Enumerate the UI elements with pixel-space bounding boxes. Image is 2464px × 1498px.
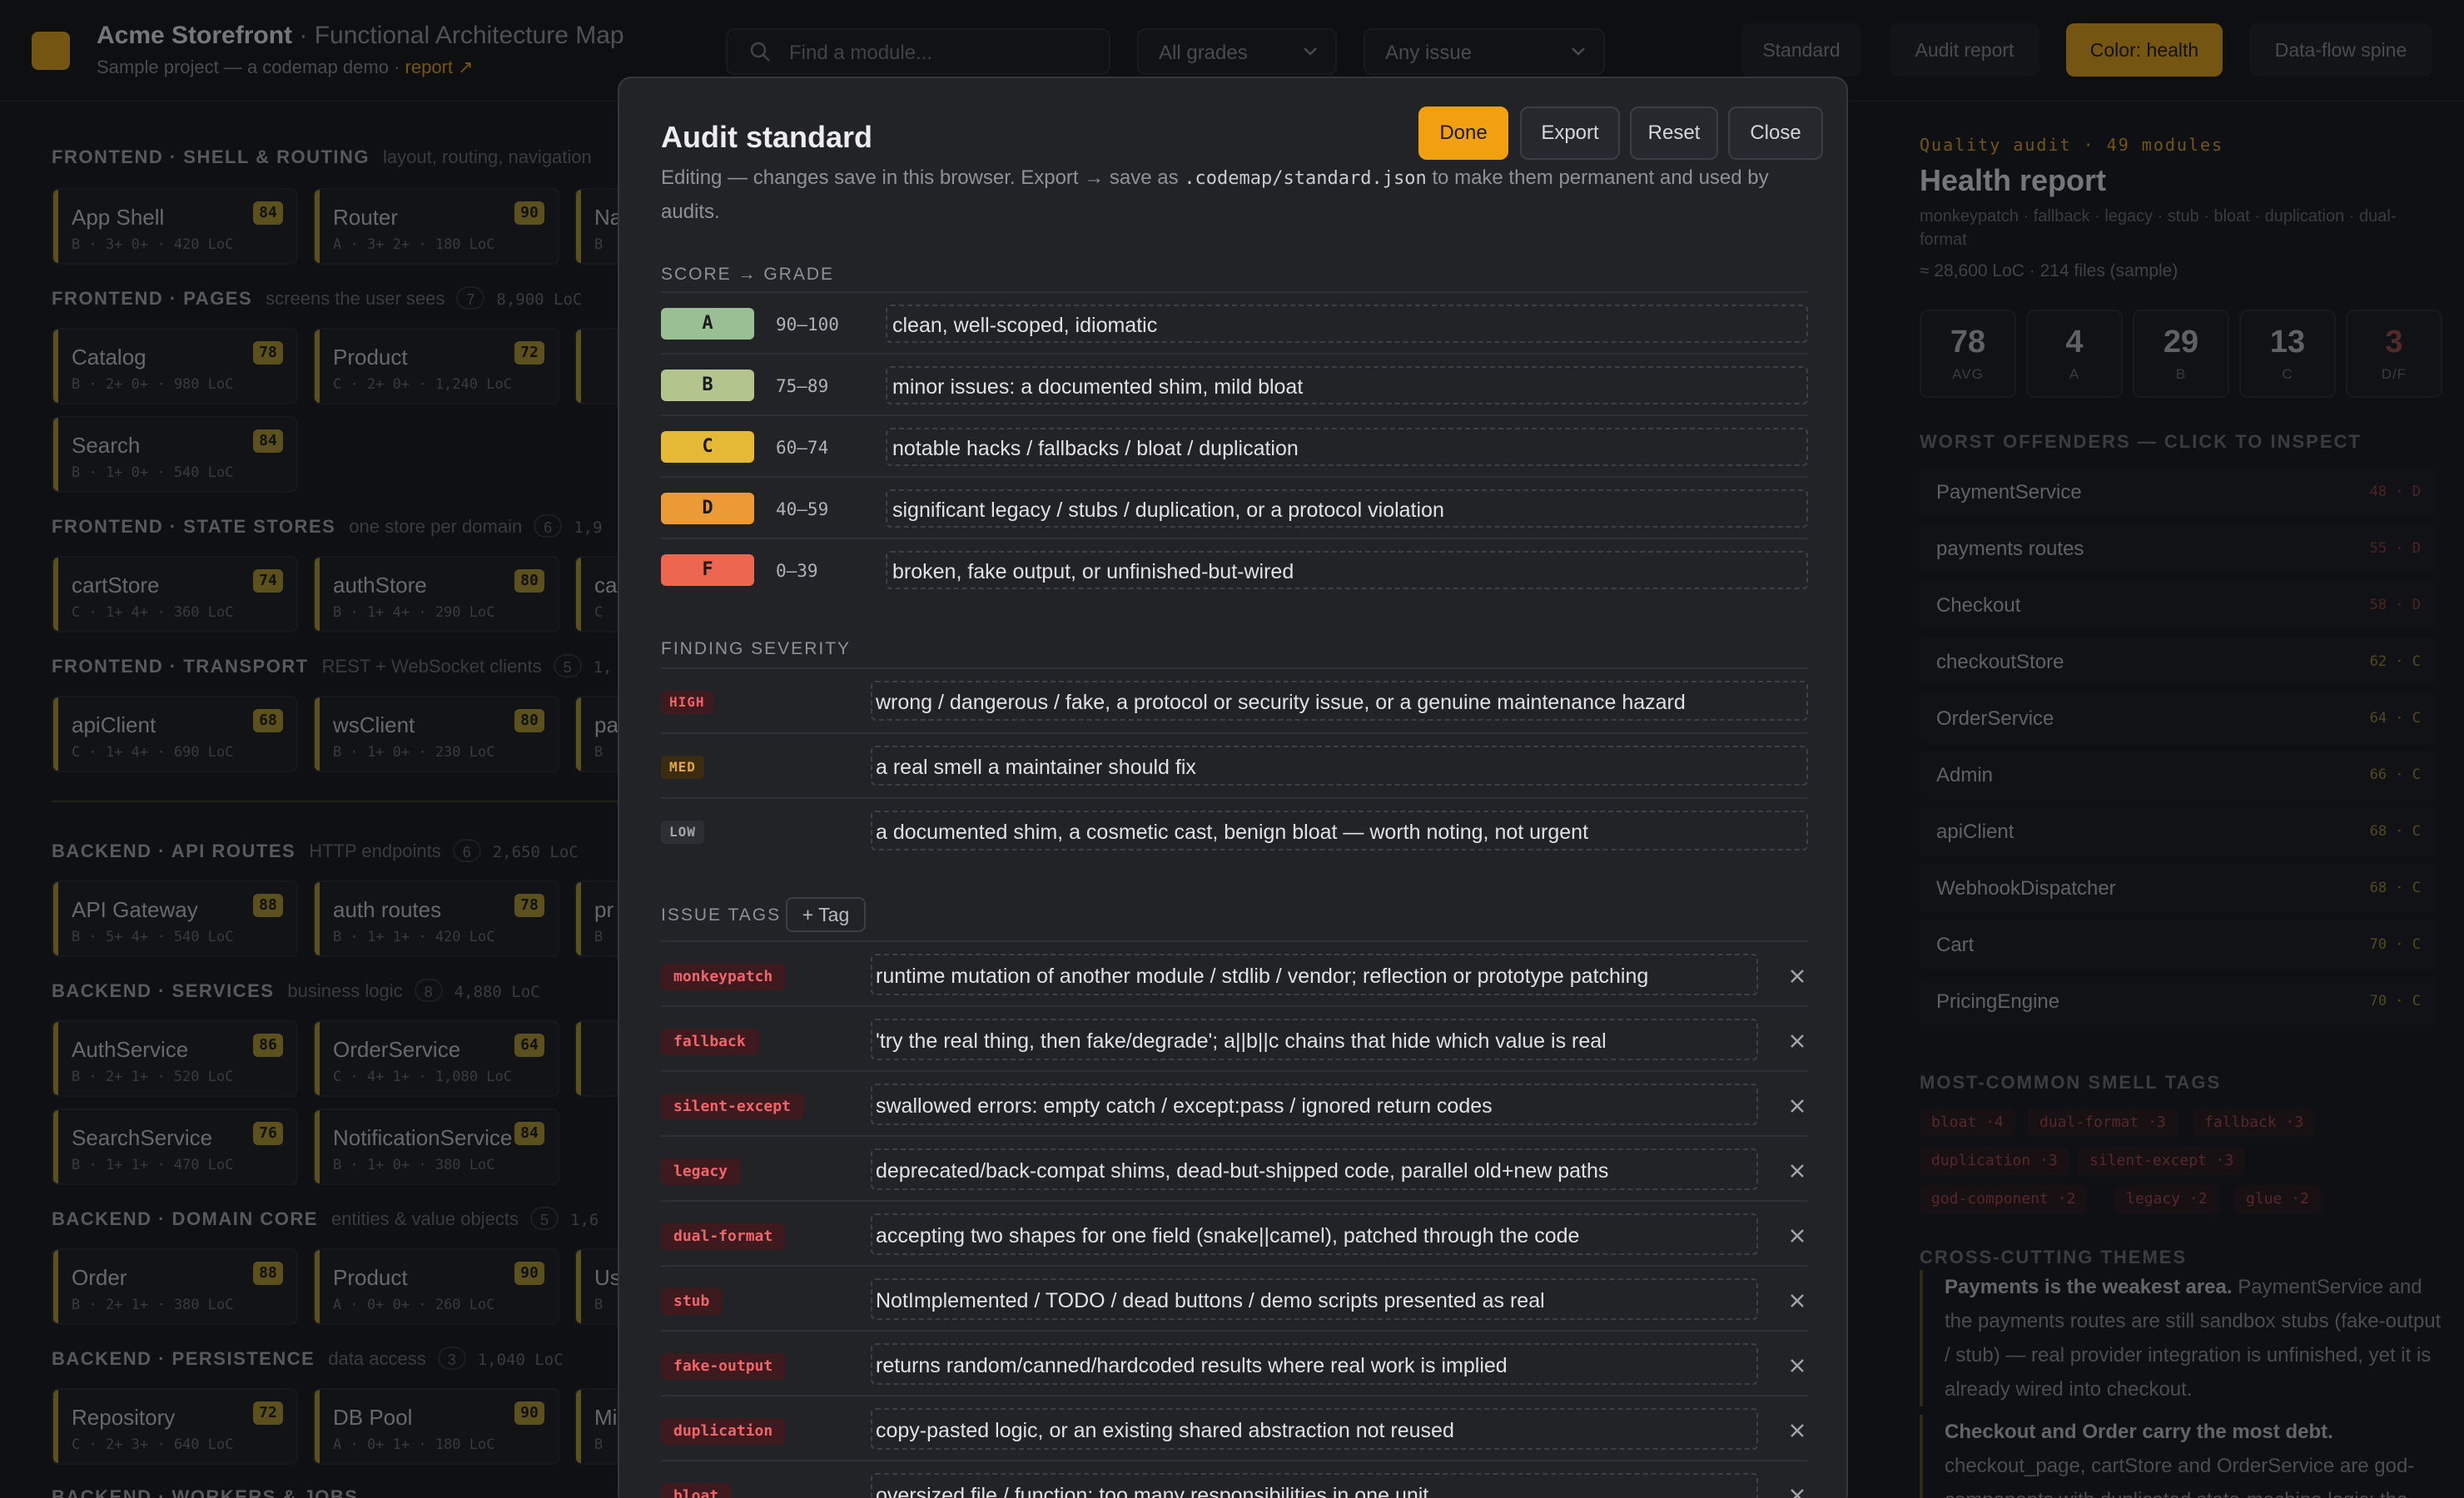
- issue-tag-row: fake-output returns random/canned/hardcod…: [661, 1330, 1808, 1395]
- grade-badge: A: [661, 308, 754, 340]
- issue-tag-description-field[interactable]: swallowed errors: empty catch / except:p…: [871, 1084, 1758, 1125]
- issue-tag-badge: fallback: [661, 1029, 758, 1055]
- severity-row: HIGH wrong / dangerous / fake, a protoco…: [661, 667, 1808, 732]
- close-button[interactable]: Close: [1728, 107, 1823, 160]
- grade-row: D 40–59 significant legacy / stubs / dup…: [661, 476, 1808, 538]
- issue-tag-badge: silent-except: [661, 1094, 803, 1120]
- issue-tag-row: duplication copy-pasted logic, or an exis…: [661, 1395, 1808, 1460]
- done-button[interactable]: Done: [1418, 107, 1508, 160]
- grade-row: F 0–39 broken, fake output, or unfinishe…: [661, 538, 1808, 599]
- issue-tag-row: dual-format accepting two shapes for one …: [661, 1200, 1808, 1265]
- severity-row: LOW a documented shim, a cosmetic cast, …: [661, 797, 1808, 862]
- issue-tag-badge: duplication: [661, 1418, 786, 1445]
- grade-description-field[interactable]: minor issues: a documented shim, mild bl…: [886, 366, 1808, 404]
- issue-tag-row: monkeypatch runtime mutation of another m…: [661, 940, 1808, 1005]
- remove-tag-icon[interactable]: [1786, 1290, 1808, 1312]
- issue-tag-badge: stub: [661, 1288, 723, 1315]
- issue-tag-description-field[interactable]: 'try the real thing, then fake/degrade';…: [871, 1019, 1758, 1060]
- remove-tag-icon[interactable]: [1786, 1160, 1808, 1182]
- issue-tag-row: stub NotImplemented / TODO / dead buttons…: [661, 1265, 1808, 1330]
- issue-tag-description-field[interactable]: copy-pasted logic, or an existing shared…: [871, 1408, 1758, 1450]
- grade-description-field[interactable]: clean, well-scoped, idiomatic: [886, 305, 1808, 343]
- issue-tag-badge: dual-format: [661, 1223, 786, 1250]
- remove-tag-icon[interactable]: [1786, 1420, 1808, 1441]
- export-button[interactable]: Export: [1520, 107, 1620, 160]
- severity-badge: HIGH: [661, 691, 713, 714]
- issue-tag-description-field[interactable]: NotImplemented / TODO / dead buttons / d…: [871, 1278, 1758, 1320]
- add-tag-button[interactable]: + Tag: [786, 897, 866, 932]
- remove-tag-icon[interactable]: [1786, 1225, 1808, 1247]
- issue-tag-description-field[interactable]: returns random/canned/hardcoded results …: [871, 1343, 1758, 1385]
- grade-badge: F: [661, 554, 754, 586]
- remove-tag-icon[interactable]: [1786, 1485, 1808, 1498]
- issue-tag-row: bloat oversized file / function; too many…: [661, 1460, 1808, 1498]
- issue-tag-description-field[interactable]: deprecated/back-compat shims, dead-but-s…: [871, 1148, 1758, 1190]
- issue-tags-heading: ISSUE TAGS: [661, 905, 782, 925]
- issue-tag-row: fallback 'try the real thing, then fake/d…: [661, 1005, 1808, 1070]
- reset-button[interactable]: Reset: [1630, 107, 1718, 160]
- grade-badge: B: [661, 370, 754, 401]
- severity-badge: MED: [661, 756, 704, 779]
- grade-description-field[interactable]: broken, fake output, or unfinished-but-w…: [886, 551, 1808, 589]
- issue-tag-badge: legacy: [661, 1158, 741, 1185]
- audit-standard-dialog: Audit standard Done Export Reset Close E…: [618, 77, 1848, 1498]
- grade-row: A 90–100 clean, well-scoped, idiomatic: [661, 291, 1808, 353]
- issue-tag-badge: fake-output: [661, 1353, 786, 1380]
- issue-tag-row: silent-except swallowed errors: empty cat…: [661, 1070, 1808, 1135]
- grade-range: 75–89: [776, 376, 829, 396]
- issue-tag-row: legacy deprecated/back-compat shims, dead…: [661, 1135, 1808, 1200]
- dialog-title: Audit standard: [661, 120, 873, 154]
- severity-row: MED a real smell a maintainer should fix: [661, 732, 1808, 797]
- grade-description-field[interactable]: notable hacks / fallbacks / bloat / dupl…: [886, 428, 1808, 466]
- remove-tag-icon[interactable]: [1786, 965, 1808, 987]
- issue-tag-badge: bloat: [661, 1483, 732, 1498]
- severity-description-field[interactable]: a documented shim, a cosmetic cast, beni…: [871, 811, 1808, 851]
- issue-tag-description-field[interactable]: runtime mutation of another module / std…: [871, 954, 1758, 995]
- severity-description-field[interactable]: a real smell a maintainer should fix: [871, 746, 1808, 786]
- issue-tag-description-field[interactable]: oversized file / function; too many resp…: [871, 1473, 1758, 1498]
- issue-tag-description-field[interactable]: accepting two shapes for one field (snak…: [871, 1213, 1758, 1255]
- remove-tag-icon[interactable]: [1786, 1355, 1808, 1376]
- issue-tag-badge: monkeypatch: [661, 964, 786, 990]
- grade-badge: C: [661, 431, 754, 463]
- grade-badge: D: [661, 493, 754, 524]
- grade-description-field[interactable]: significant legacy / stubs / duplication…: [886, 489, 1808, 528]
- grade-range: 60–74: [776, 438, 829, 458]
- grade-range: 40–59: [776, 499, 829, 519]
- grade-heading: SCORE → GRADE: [661, 265, 835, 284]
- grade-row: C 60–74 notable hacks / fallbacks / bloa…: [661, 414, 1808, 476]
- remove-tag-icon[interactable]: [1786, 1030, 1808, 1052]
- grade-range: 0–39: [776, 561, 818, 581]
- dialog-description: Editing — changes save in this browser. …: [661, 166, 1769, 223]
- severity-badge: LOW: [661, 821, 704, 844]
- grade-row: B 75–89 minor issues: a documented shim,…: [661, 353, 1808, 414]
- severity-heading: FINDING SEVERITY: [661, 639, 852, 658]
- severity-description-field[interactable]: wrong / dangerous / fake, a protocol or …: [871, 681, 1808, 721]
- grade-range: 90–100: [776, 315, 839, 335]
- remove-tag-icon[interactable]: [1786, 1095, 1808, 1117]
